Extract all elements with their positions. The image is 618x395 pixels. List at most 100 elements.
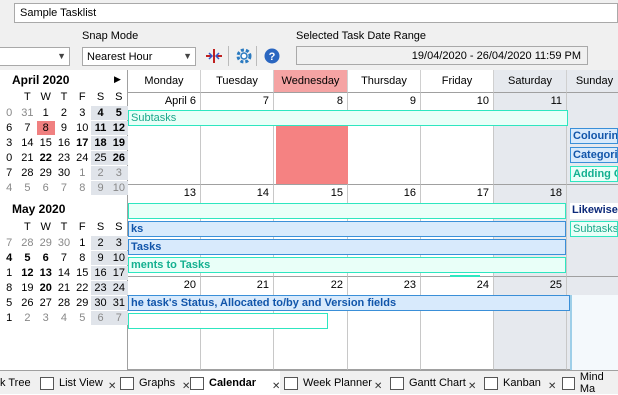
mini-calendar-day[interactable]: 11 <box>91 121 110 135</box>
mini-calendar-day[interactable]: 4 <box>55 311 73 325</box>
mini-calendar-day[interactable]: 24 <box>109 281 128 295</box>
calendar-day-cell[interactable]: 10 <box>421 93 494 185</box>
mini-calendar-day[interactable]: 23 <box>55 151 73 165</box>
mini-calendar-day[interactable]: 2 <box>91 166 110 180</box>
mini-calendar-day[interactable]: 5 <box>73 311 91 325</box>
mini-calendar-day[interactable]: 15 <box>37 136 55 150</box>
calendar-day-cell[interactable]: 25 <box>494 277 567 370</box>
mini-calendar-day[interactable]: 23 <box>91 281 110 295</box>
mini-calendar-day[interactable]: 3 <box>109 166 128 180</box>
close-icon[interactable]: ✕ <box>108 381 116 392</box>
mini-calendar-day[interactable]: 4 <box>91 106 110 120</box>
mini-calendar-day[interactable]: 19 <box>109 136 128 150</box>
tab-task-tree[interactable]: k Tree <box>0 371 36 395</box>
calendar-day-cell[interactable]: 9 <box>348 93 421 185</box>
task-bar[interactable]: Subtasks <box>128 110 568 126</box>
tab-list-view[interactable]: List View ✕ <box>40 371 116 395</box>
mini-calendar-day[interactable]: 31 <box>18 106 36 120</box>
mini-calendar-day[interactable]: 22 <box>73 281 91 295</box>
mini-calendar-day[interactable]: 18 <box>91 136 110 150</box>
mini-calendar-day[interactable]: 17 <box>109 266 128 280</box>
mini-calendar-day[interactable]: 16 <box>91 266 110 280</box>
mini-calendar-day[interactable]: 5 <box>0 296 18 310</box>
close-icon[interactable]: ✕ <box>374 381 382 392</box>
mini-calendar-day[interactable]: 19 <box>18 281 36 295</box>
mini-calendar-day[interactable]: 30 <box>55 166 73 180</box>
mini-calendar-day[interactable]: 7 <box>0 236 18 250</box>
mini-calendar-day[interactable]: 20 <box>37 281 55 295</box>
mini-calendar-day[interactable]: 13 <box>37 266 55 280</box>
mini-calendar-day[interactable]: 6 <box>91 311 110 325</box>
calendar-day-cell[interactable]: April 6 <box>128 93 201 185</box>
mini-calendar-day[interactable]: 0 <box>0 151 18 165</box>
task-bar[interactable]: Categori <box>570 147 618 163</box>
tab-week-planner[interactable]: Week Planner ✕ <box>284 371 384 395</box>
view-combo[interactable]: ▼ <box>0 47 70 66</box>
mini-calendar-day[interactable]: 24 <box>73 151 91 165</box>
calendar-day-cell[interactable]: 24 <box>421 277 494 370</box>
task-bar[interactable]: ments to Tasks <box>128 257 566 273</box>
mini-calendar-day[interactable]: 14 <box>55 266 73 280</box>
mini-calendar-day[interactable]: 21 <box>18 151 36 165</box>
task-bar[interactable]: Adding C <box>570 166 618 182</box>
mini-calendar-day[interactable]: 9 <box>55 121 73 135</box>
close-icon[interactable]: ✕ <box>272 381 280 392</box>
task-bar[interactable]: he task's Status, Allocated to/by and Ve… <box>128 295 570 311</box>
date-range-field[interactable]: 19/04/2020 - 26/04/2020 11:59 PM <box>296 46 588 65</box>
mini-calendar-day[interactable]: 1 <box>73 166 91 180</box>
mini-calendar-day[interactable]: 6 <box>37 181 55 195</box>
mini-calendar-day[interactable]: 15 <box>73 266 91 280</box>
mini-calendar-day[interactable]: 8 <box>73 251 91 265</box>
mini-calendar-day[interactable]: 7 <box>55 251 73 265</box>
mini-calendar-day[interactable]: 3 <box>37 311 55 325</box>
mini-calendar-day[interactable]: 14 <box>18 136 36 150</box>
mini-calendar-day[interactable]: 8 <box>36 121 55 135</box>
tab-graphs[interactable]: Graphs ✕ <box>120 371 190 395</box>
split-tasks-button[interactable] <box>204 46 224 66</box>
snap-mode-combo[interactable]: Nearest Hour ▼ <box>82 47 196 66</box>
calendar-view[interactable]: Monday Tuesday Wednesday Thursday Friday Satu… <box>128 70 618 370</box>
mini-calendar-day[interactable]: 2 <box>91 236 110 250</box>
task-bar[interactable]: Colouring <box>570 128 618 144</box>
tab-gantt-chart[interactable]: Gantt Chart ✕ <box>390 371 476 395</box>
task-bar[interactable]: Likewise <box>570 203 618 219</box>
mini-calendar-day[interactable]: 30 <box>55 236 73 250</box>
tasklist-name-field[interactable]: Sample Tasklist <box>14 3 618 23</box>
mini-calendar-day[interactable]: 12 <box>109 121 128 135</box>
task-bar[interactable]: ks <box>128 221 566 237</box>
task-bar[interactable]: Tasks <box>128 239 566 255</box>
task-bar[interactable] <box>128 313 328 329</box>
mini-calendar-day[interactable]: 10 <box>73 121 91 135</box>
task-bar[interactable] <box>128 203 566 219</box>
mini-calendar-day[interactable]: 10 <box>109 181 128 195</box>
mini-calendar-day[interactable]: 25 <box>91 151 110 165</box>
mini-calendar-day[interactable]: 27 <box>37 296 55 310</box>
mini-calendar-day[interactable]: 2 <box>18 311 36 325</box>
mini-calendar-day[interactable]: 1 <box>0 266 18 280</box>
mini-calendar-day[interactable]: 1 <box>73 236 91 250</box>
mini-calendar-day[interactable]: 2 <box>55 106 73 120</box>
mini-calendar-day[interactable]: 5 <box>18 181 36 195</box>
mini-calendar-day[interactable]: 7 <box>18 121 36 135</box>
calendar-day-cell[interactable]: 11 <box>494 93 567 185</box>
mini-calendar-day[interactable]: 17 <box>73 136 91 150</box>
mini-calendar-day[interactable]: 31 <box>109 296 128 310</box>
mini-calendar-day[interactable]: 8 <box>73 181 91 195</box>
next-month-arrow[interactable]: ▶ <box>114 74 121 85</box>
mini-calendar-day[interactable]: 9 <box>91 181 110 195</box>
mini-calendar-day[interactable]: 6 <box>0 121 18 135</box>
tab-mind-map[interactable]: Mind Ma <box>562 371 618 395</box>
mini-calendar-day[interactable]: 1 <box>37 106 55 120</box>
mini-calendar-day[interactable]: 4 <box>0 181 18 195</box>
mini-calendar-day[interactable]: 5 <box>18 251 36 265</box>
help-button[interactable]: ? <box>262 46 282 66</box>
mini-calendar-day[interactable]: 9 <box>91 251 110 265</box>
mini-calendar-day[interactable]: 29 <box>37 236 55 250</box>
mini-calendar-day[interactable]: 7 <box>0 166 18 180</box>
mini-calendar-day[interactable]: 12 <box>18 266 36 280</box>
mini-calendar-day[interactable]: 7 <box>55 181 73 195</box>
close-icon[interactable]: ✕ <box>468 381 476 392</box>
mini-calendar-day[interactable]: 10 <box>109 251 128 265</box>
mini-calendar-day[interactable]: 29 <box>37 166 55 180</box>
calendar-day-cell[interactable]: 23 <box>348 277 421 370</box>
